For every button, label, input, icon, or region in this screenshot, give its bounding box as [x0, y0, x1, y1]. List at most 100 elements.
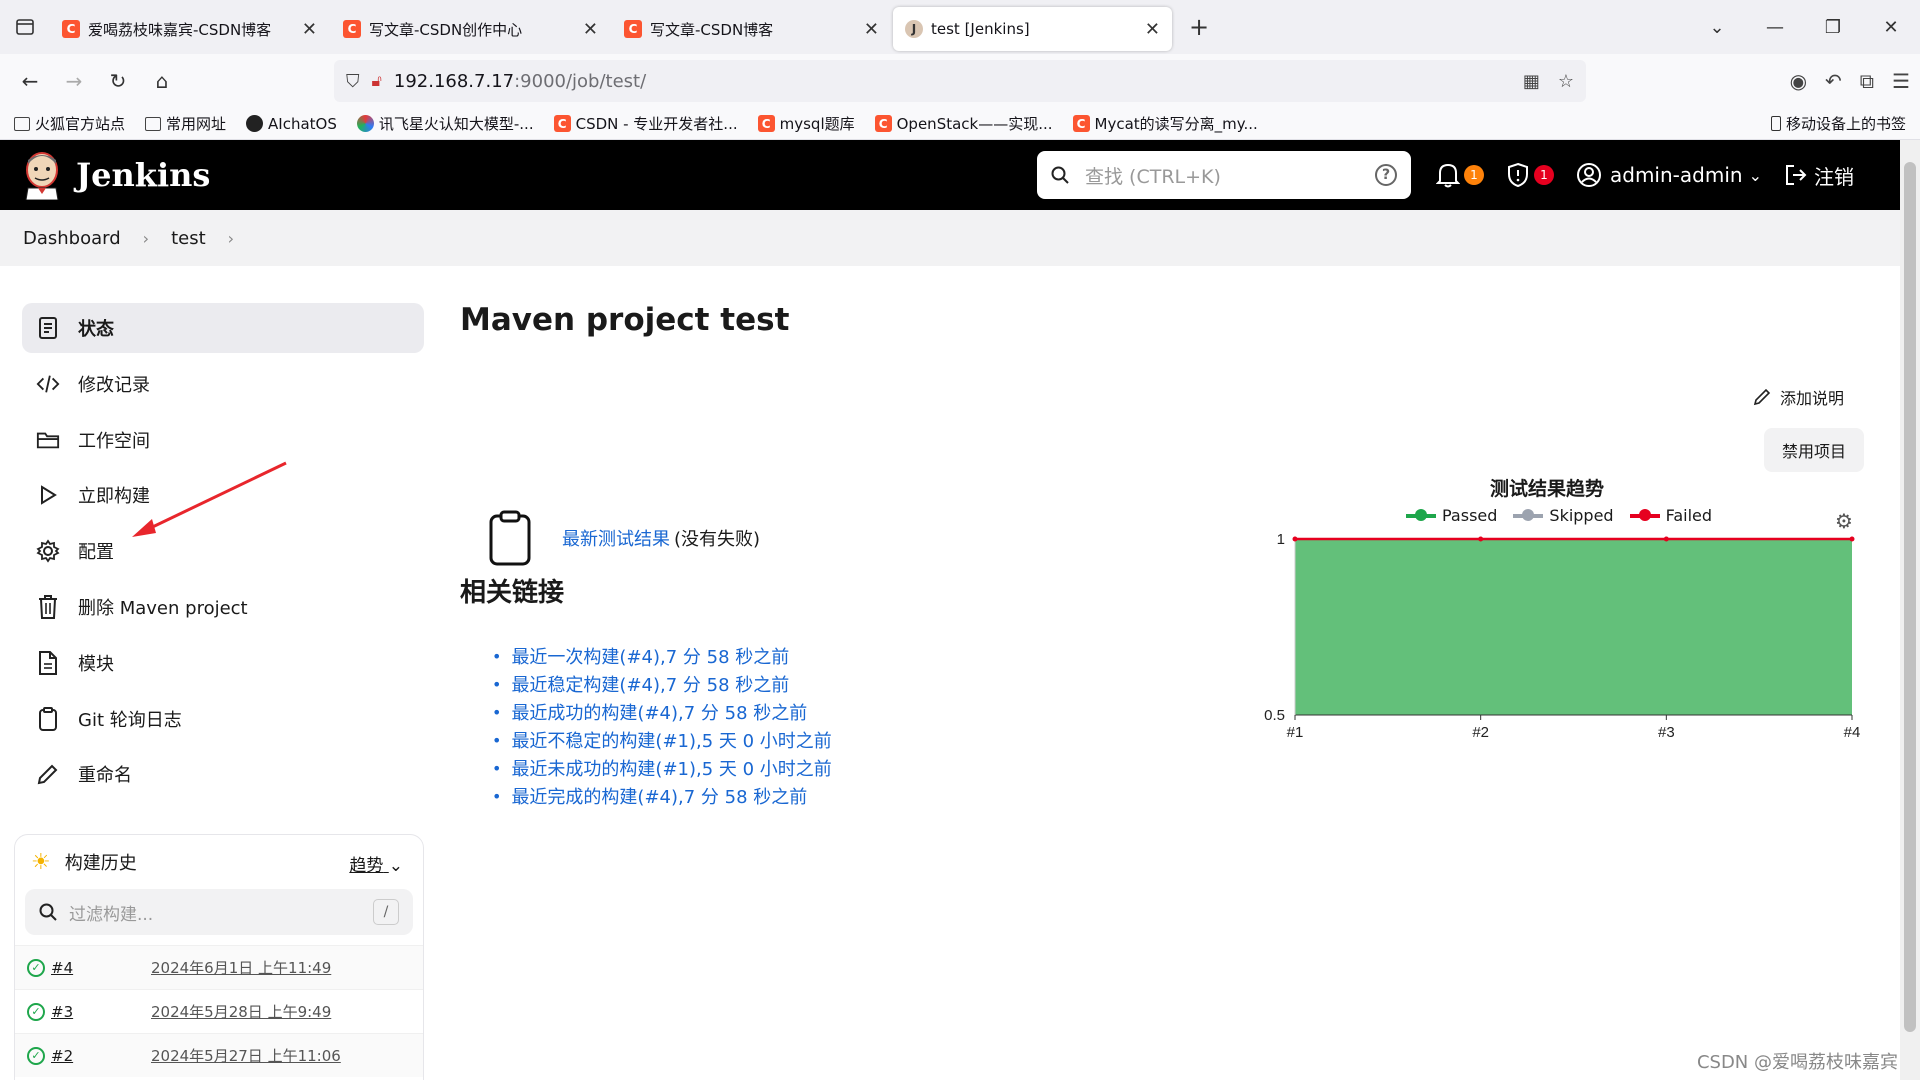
sidebar-item[interactable]: Git 轮询日志	[22, 694, 424, 744]
build-row[interactable]: ✓ #3 2024年5月28日 上午9:49	[15, 989, 423, 1033]
build-row[interactable]: ✓ #2 2024年5月27日 上午11:06	[15, 1033, 423, 1077]
chart-settings-gear-icon[interactable]: ⚙	[1835, 510, 1853, 533]
user-menu[interactable]: admin-admin ⌄	[1576, 162, 1762, 188]
bookmark-item[interactable]: AIchatOS	[246, 113, 337, 134]
notifications-button[interactable]: 1	[1436, 162, 1484, 188]
build-number-link[interactable]: #4	[51, 959, 151, 977]
search-icon	[39, 903, 57, 921]
insecure-lock-icon[interactable]: 🔓︎	[372, 71, 382, 91]
mobile-bookmarks[interactable]: 移动设备上的书签	[1770, 113, 1906, 134]
sidebar-item[interactable]: 模块	[22, 638, 424, 688]
browser-tab[interactable]: C 爱喝荔枝味嘉宾-CSDN博客 ✕	[50, 7, 329, 51]
bookmark-item[interactable]: Cmysql题库	[757, 113, 855, 134]
page-scrollbar[interactable]	[1900, 140, 1920, 1080]
csdn-icon: C	[624, 20, 642, 38]
shield-icon[interactable]: ⛉	[346, 71, 360, 92]
browser-tab[interactable]: C 写文章-CSDN创作中心 ✕	[331, 7, 610, 51]
build-filter-input[interactable]: 过滤构建...	[69, 900, 373, 925]
home-icon[interactable]: ⌂	[140, 59, 184, 103]
clipboard-icon	[489, 510, 531, 566]
bookmark-label: 常用网址	[166, 115, 227, 133]
related-link[interactable]: 最近一次构建(#4),7 分 58 秒之前	[511, 643, 789, 669]
extensions-icon[interactable]: ⧉	[1860, 69, 1874, 93]
related-link[interactable]: 最近未成功的构建(#1),5 天 0 小时之前	[511, 755, 831, 781]
tab-list-icon[interactable]	[0, 0, 50, 54]
bookmark-star-icon[interactable]: ☆	[1558, 71, 1574, 92]
share-icon[interactable]: ↶	[1825, 69, 1842, 93]
related-link[interactable]: 最近完成的构建(#4),7 分 58 秒之前	[511, 783, 807, 809]
url-bar[interactable]: ⛉ 🔓︎ 192.168.7.17:9000/job/test/ ▦ ☆	[334, 60, 1586, 102]
breadcrumb-test[interactable]: test	[171, 228, 206, 249]
success-check-icon: ✓	[27, 1046, 45, 1065]
chevron-down-icon: ⌄	[1748, 165, 1762, 185]
build-row[interactable]: ✓ #4 2024年6月1日 上午11:49	[15, 945, 423, 989]
folder-icon	[14, 116, 30, 131]
failed-point	[1663, 536, 1669, 542]
add-description-button[interactable]: 添加说明	[1752, 385, 1844, 409]
reload-icon[interactable]: ↻	[96, 59, 140, 103]
bookmark-label: OpenStack——实现...	[896, 115, 1053, 133]
build-filter[interactable]: 过滤构建... /	[25, 889, 413, 935]
sidebar-item[interactable]: 修改记录	[22, 359, 424, 409]
folder-icon	[145, 116, 162, 131]
bookmark-item[interactable]: C Mycat的读写分离_my...	[1072, 113, 1258, 134]
menu-icon[interactable]: ☰	[1892, 69, 1910, 93]
build-number-link[interactable]: #2	[51, 1047, 151, 1065]
search-box[interactable]: 查找 (CTRL+K) ?	[1037, 151, 1411, 199]
scrollbar-thumb[interactable]	[1904, 162, 1916, 1032]
close-tab-icon[interactable]: ✕	[583, 19, 598, 40]
browser-tab[interactable]: J test [Jenkins] ✕	[893, 7, 1172, 51]
sidebar-item[interactable]: 状态	[22, 303, 424, 353]
chevron-right-icon: ›	[142, 228, 150, 248]
related-link[interactable]: 最近不稳定的构建(#1),5 天 0 小时之前	[511, 727, 831, 753]
bookmark-item[interactable]: 火狐官方站点	[14, 113, 125, 134]
bookmark-item[interactable]: 常用网址	[145, 113, 226, 134]
browser-tab[interactable]: C 写文章-CSDN博客 ✕	[612, 7, 891, 51]
breadcrumb: Dashboard › test ›	[0, 210, 1900, 266]
sidebar-item[interactable]: 重命名	[22, 749, 424, 799]
forward-icon[interactable]: →	[52, 59, 96, 103]
bookmark-item[interactable]: C CSDN - 专业开发者社...	[553, 113, 738, 134]
sidebar-item-label: 修改记录	[78, 374, 150, 396]
bookmark-item[interactable]: C OpenStack——实现...	[874, 113, 1053, 134]
clipboard-icon	[36, 706, 60, 731]
new-tab-button[interactable]: +	[1174, 13, 1224, 41]
build-date-link[interactable]: 2024年5月28日 上午9:49	[151, 1001, 331, 1022]
account-icon[interactable]: ◉	[1790, 69, 1807, 93]
build-date-link[interactable]: 2024年5月27日 上午11:06	[151, 1045, 341, 1066]
search-input[interactable]: 查找 (CTRL+K)	[1085, 162, 1375, 189]
list-all-tabs-icon[interactable]: ⌄	[1688, 17, 1746, 38]
related-link-item: 最近稳定构建(#4),7 分 58 秒之前	[492, 670, 832, 698]
page-title: Maven project test	[460, 302, 790, 338]
close-tab-icon[interactable]: ✕	[1145, 19, 1160, 40]
trend-link[interactable]: 趋势 ⌄	[349, 851, 403, 876]
minimize-button[interactable]: —	[1746, 17, 1804, 38]
url-path: :9000/job/test/	[514, 70, 647, 92]
build-date-link[interactable]: 2024年6月1日 上午11:49	[151, 957, 331, 978]
chevron-right-icon[interactable]: ›	[228, 229, 234, 248]
related-link-item: 最近不稳定的构建(#1),5 天 0 小时之前	[492, 726, 831, 754]
bookmark-item[interactable]: 讯飞星火认知大模型-...	[356, 113, 534, 134]
jenkins-logo[interactable]: Jenkins	[22, 150, 210, 200]
sidebar-item-label: Git 轮询日志	[78, 709, 182, 731]
pencil-icon	[1753, 388, 1771, 406]
latest-test-result-link[interactable]: 最新测试结果	[562, 525, 670, 551]
related-link[interactable]: 最近成功的构建(#4),7 分 58 秒之前	[511, 699, 807, 725]
back-icon[interactable]: ←	[8, 59, 52, 103]
close-tab-icon[interactable]: ✕	[302, 19, 317, 40]
logout-button[interactable]: 注销	[1784, 161, 1854, 190]
security-button[interactable]: 1	[1506, 162, 1554, 188]
disable-project-button[interactable]: 禁用项目	[1764, 428, 1864, 472]
close-tab-icon[interactable]: ✕	[864, 19, 879, 40]
breadcrumb-dashboard[interactable]: Dashboard	[23, 228, 121, 249]
search-icon	[1051, 166, 1069, 184]
trash-icon	[36, 595, 60, 619]
logout-icon	[1785, 165, 1807, 185]
related-link[interactable]: 最近稳定构建(#4),7 分 58 秒之前	[511, 671, 789, 697]
qr-code-icon[interactable]: ▦	[1523, 71, 1540, 92]
help-icon[interactable]: ?	[1375, 164, 1397, 186]
close-window-button[interactable]: ✕	[1862, 17, 1920, 38]
sidebar-item[interactable]: 删除 Maven project	[22, 582, 424, 632]
restore-button[interactable]: ❐	[1804, 17, 1862, 38]
build-number-link[interactable]: #3	[51, 1003, 151, 1021]
